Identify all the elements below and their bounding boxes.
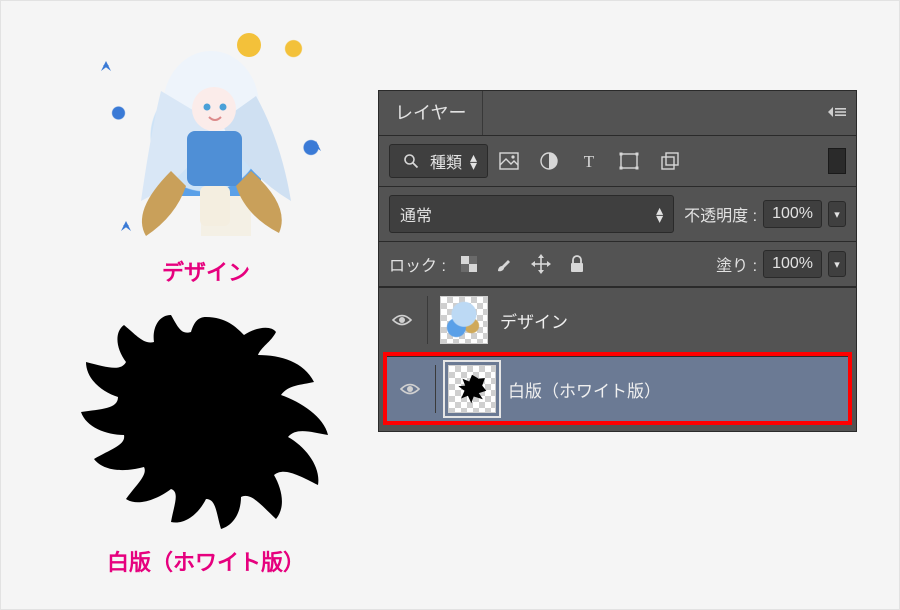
layer-thumbnail[interactable] [440, 296, 488, 344]
left-illustration-column: デザイン 白版（ホワイト版） [61, 21, 351, 577]
opacity-label: 不透明度 : [684, 202, 757, 226]
selected-layer-highlight: 白版（ホワイト版） [383, 352, 852, 425]
shape-filter-icon[interactable] [618, 150, 640, 172]
visibility-toggle[interactable] [397, 382, 423, 396]
adjustment-filter-icon[interactable] [538, 150, 560, 172]
layer-filter-type-dropdown[interactable]: 種類 ▴▾ [389, 144, 488, 178]
fill-label: 塗り : [716, 252, 757, 276]
layer-thumbnail[interactable] [448, 365, 496, 413]
layers-panel-tab[interactable]: レイヤー [379, 91, 483, 135]
smartobject-filter-icon[interactable] [658, 150, 680, 172]
brush-lock-icon[interactable] [494, 253, 516, 275]
updown-icon: ▴▾ [470, 153, 477, 169]
layers-list: デザイン 白版（ホワイト版） [379, 287, 856, 425]
full-lock-icon[interactable] [566, 253, 588, 275]
layers-panel-header: レイヤー [379, 91, 856, 136]
search-icon [400, 150, 422, 172]
fill-value: 100% [772, 255, 813, 273]
fill-input[interactable]: 100% [763, 250, 822, 278]
lock-icons-group [458, 253, 588, 275]
transparency-lock-icon[interactable] [458, 253, 480, 275]
panel-menu-icon[interactable] [818, 99, 856, 127]
design-illustration-label: デザイン [61, 255, 351, 287]
silhouette-illustration [66, 307, 346, 537]
silhouette-illustration-label: 白版（ホワイト版） [61, 545, 351, 577]
layer-item-white-plate[interactable]: 白版（ホワイト版） [387, 356, 848, 421]
layer-name-label[interactable]: 白版（ホワイト版） [508, 377, 661, 402]
opacity-value: 100% [772, 205, 813, 223]
filter-type-label: 種類 [430, 149, 462, 173]
fill-dropdown-button[interactable]: ▾ [828, 251, 846, 277]
updown-icon: ▴▾ [656, 206, 663, 222]
layer-name-label[interactable]: デザイン [500, 308, 568, 333]
layers-panel: レイヤー 種類 ▴▾ [379, 91, 856, 431]
blend-mode-value: 通常 [400, 202, 432, 226]
type-filter-icon[interactable]: T [578, 150, 600, 172]
layer-filter-row: 種類 ▴▾ T [379, 136, 856, 187]
opacity-dropdown-button[interactable]: ▾ [828, 201, 846, 227]
layer-filter-icons: T [498, 148, 846, 174]
opacity-group: 不透明度 : 100% ▾ [684, 200, 846, 228]
fill-group: 塗り : 100% ▾ [716, 250, 846, 278]
filter-toggle-switch[interactable] [828, 148, 846, 174]
page-frame: デザイン 白版（ホワイト版） レイヤー 種類 ▴▾ [0, 0, 900, 610]
visibility-toggle[interactable] [389, 313, 415, 327]
layer-item-design[interactable]: デザイン [379, 287, 856, 352]
image-filter-icon[interactable] [498, 150, 520, 172]
svg-text:T: T [584, 152, 595, 170]
opacity-input[interactable]: 100% [763, 200, 822, 228]
lock-label: ロック : [389, 252, 446, 276]
lock-fill-row: ロック : 塗り : 100% [379, 242, 856, 287]
blend-mode-select[interactable]: 通常 ▴▾ [389, 195, 674, 233]
blend-opacity-row: 通常 ▴▾ 不透明度 : 100% ▾ [379, 187, 856, 242]
design-illustration [81, 21, 331, 251]
move-lock-icon[interactable] [530, 253, 552, 275]
